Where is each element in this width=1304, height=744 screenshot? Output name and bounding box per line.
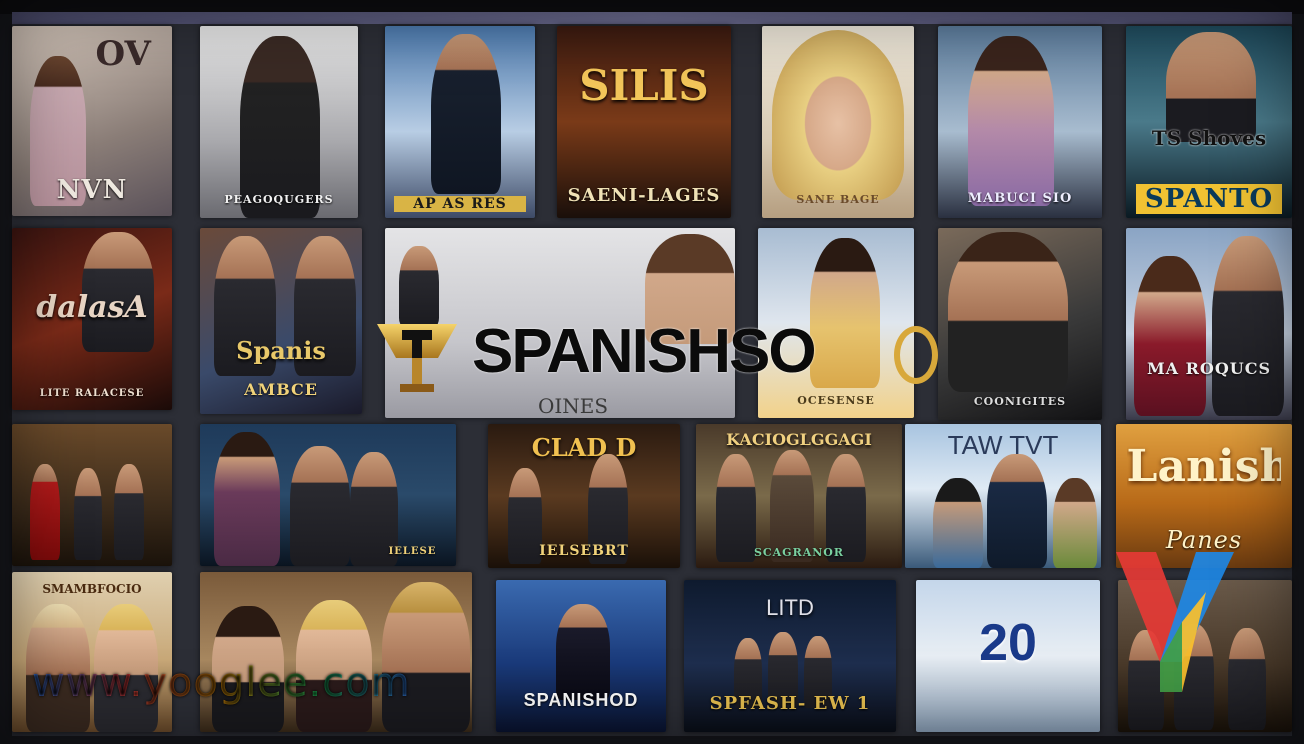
poster-caption: SPANISHOD	[523, 689, 639, 710]
watermark-url: www.yooglee.com	[32, 660, 411, 706]
poster-caption: SPANTO	[1135, 184, 1283, 215]
poster-title: OV	[95, 33, 151, 74]
poster-caption: IELSEBRT	[539, 543, 629, 560]
poster-caption: AP AS RES	[394, 196, 526, 213]
poster-caption: SAENI-LAGES	[567, 185, 721, 207]
poster-caption: MA ROQUCS	[1146, 358, 1272, 378]
poster-tile: TS Shoves SPANTO	[1126, 26, 1292, 218]
poster-tile: SMAMBFOCIO	[12, 572, 172, 732]
poster-caption: AMBCE	[244, 380, 318, 400]
poster-tile: LITD SPFASH- EW 1	[684, 580, 896, 732]
poster-caption: NVN	[56, 174, 128, 205]
center-banner: SPANISHSO OINES	[372, 314, 944, 418]
poster-tile: IELESE	[200, 424, 456, 566]
poster-tile: MA ROQUCS	[1126, 228, 1292, 420]
poster-tile: PEAGOQUGERS	[200, 26, 358, 218]
poster-title: 20	[979, 614, 1037, 673]
poster-title: LITD	[766, 595, 814, 621]
poster-caption: LITE RALACESE	[39, 388, 145, 400]
poster-tile: SPANISHOD	[496, 580, 666, 732]
poster-title: Spanis	[236, 335, 326, 365]
poster-caption: MABUCI SIO	[967, 191, 1073, 207]
poster-caption: COONIGITES	[973, 395, 1067, 409]
poster-caption: SANE BAGE	[796, 193, 880, 207]
poster-tile: dalasA LITE RALACESE	[12, 228, 172, 410]
poster-title: KACIOGLGGAGI	[726, 429, 872, 449]
poster-tile: CLAD D IELSEBRT	[488, 424, 680, 568]
poster-title: SMAMBFOCIO	[42, 581, 142, 596]
poster-tile: SANE BAGE	[762, 26, 914, 218]
ring-mark	[894, 326, 938, 384]
poster-title: TAW TVT	[947, 429, 1059, 460]
poster-tile: MABUCI SIO	[938, 26, 1102, 218]
poster-title: Lanish	[1126, 441, 1282, 493]
poster-title: CLAD D	[531, 432, 637, 462]
poster-tile: Spanis AMBCE	[200, 228, 362, 414]
poster-title: TS Shoves	[1151, 125, 1267, 150]
watermark-text: www.yooglee.com	[32, 660, 411, 706]
poster-tile	[200, 572, 472, 732]
poster-tile: SILIS SAENI-LAGES	[557, 26, 731, 218]
poster-caption: Panes	[1165, 525, 1243, 554]
poster-tile: 20	[916, 580, 1100, 732]
poster-tile: AP AS RES	[385, 26, 535, 218]
poster-caption: IELESE	[388, 546, 437, 558]
poster-caption: PEAGOQUGERS	[224, 193, 334, 207]
trophy-icon	[377, 324, 457, 392]
poster-tile: TAW TVT	[905, 424, 1101, 568]
poster-tile: Lanish Panes	[1116, 424, 1292, 568]
banner-title: SPANISHSO	[472, 317, 817, 386]
top-bar	[0, 0, 1304, 24]
watermark-logo-icon	[1116, 552, 1234, 692]
poster-tile	[12, 424, 172, 566]
poster-tile: KACIOGLGGAGI SCAGRANOR	[696, 424, 902, 568]
banner-subtitle: OINES	[538, 394, 609, 418]
poster-caption: SCAGRANOR	[753, 546, 845, 560]
poster-title: SILIS	[579, 60, 709, 110]
poster-caption: SPFASH- EW 1	[709, 692, 871, 714]
poster-tile: COONIGITES	[938, 228, 1102, 420]
poster-tile: OV NVN	[12, 26, 172, 216]
poster-title: dalasA	[36, 289, 148, 325]
